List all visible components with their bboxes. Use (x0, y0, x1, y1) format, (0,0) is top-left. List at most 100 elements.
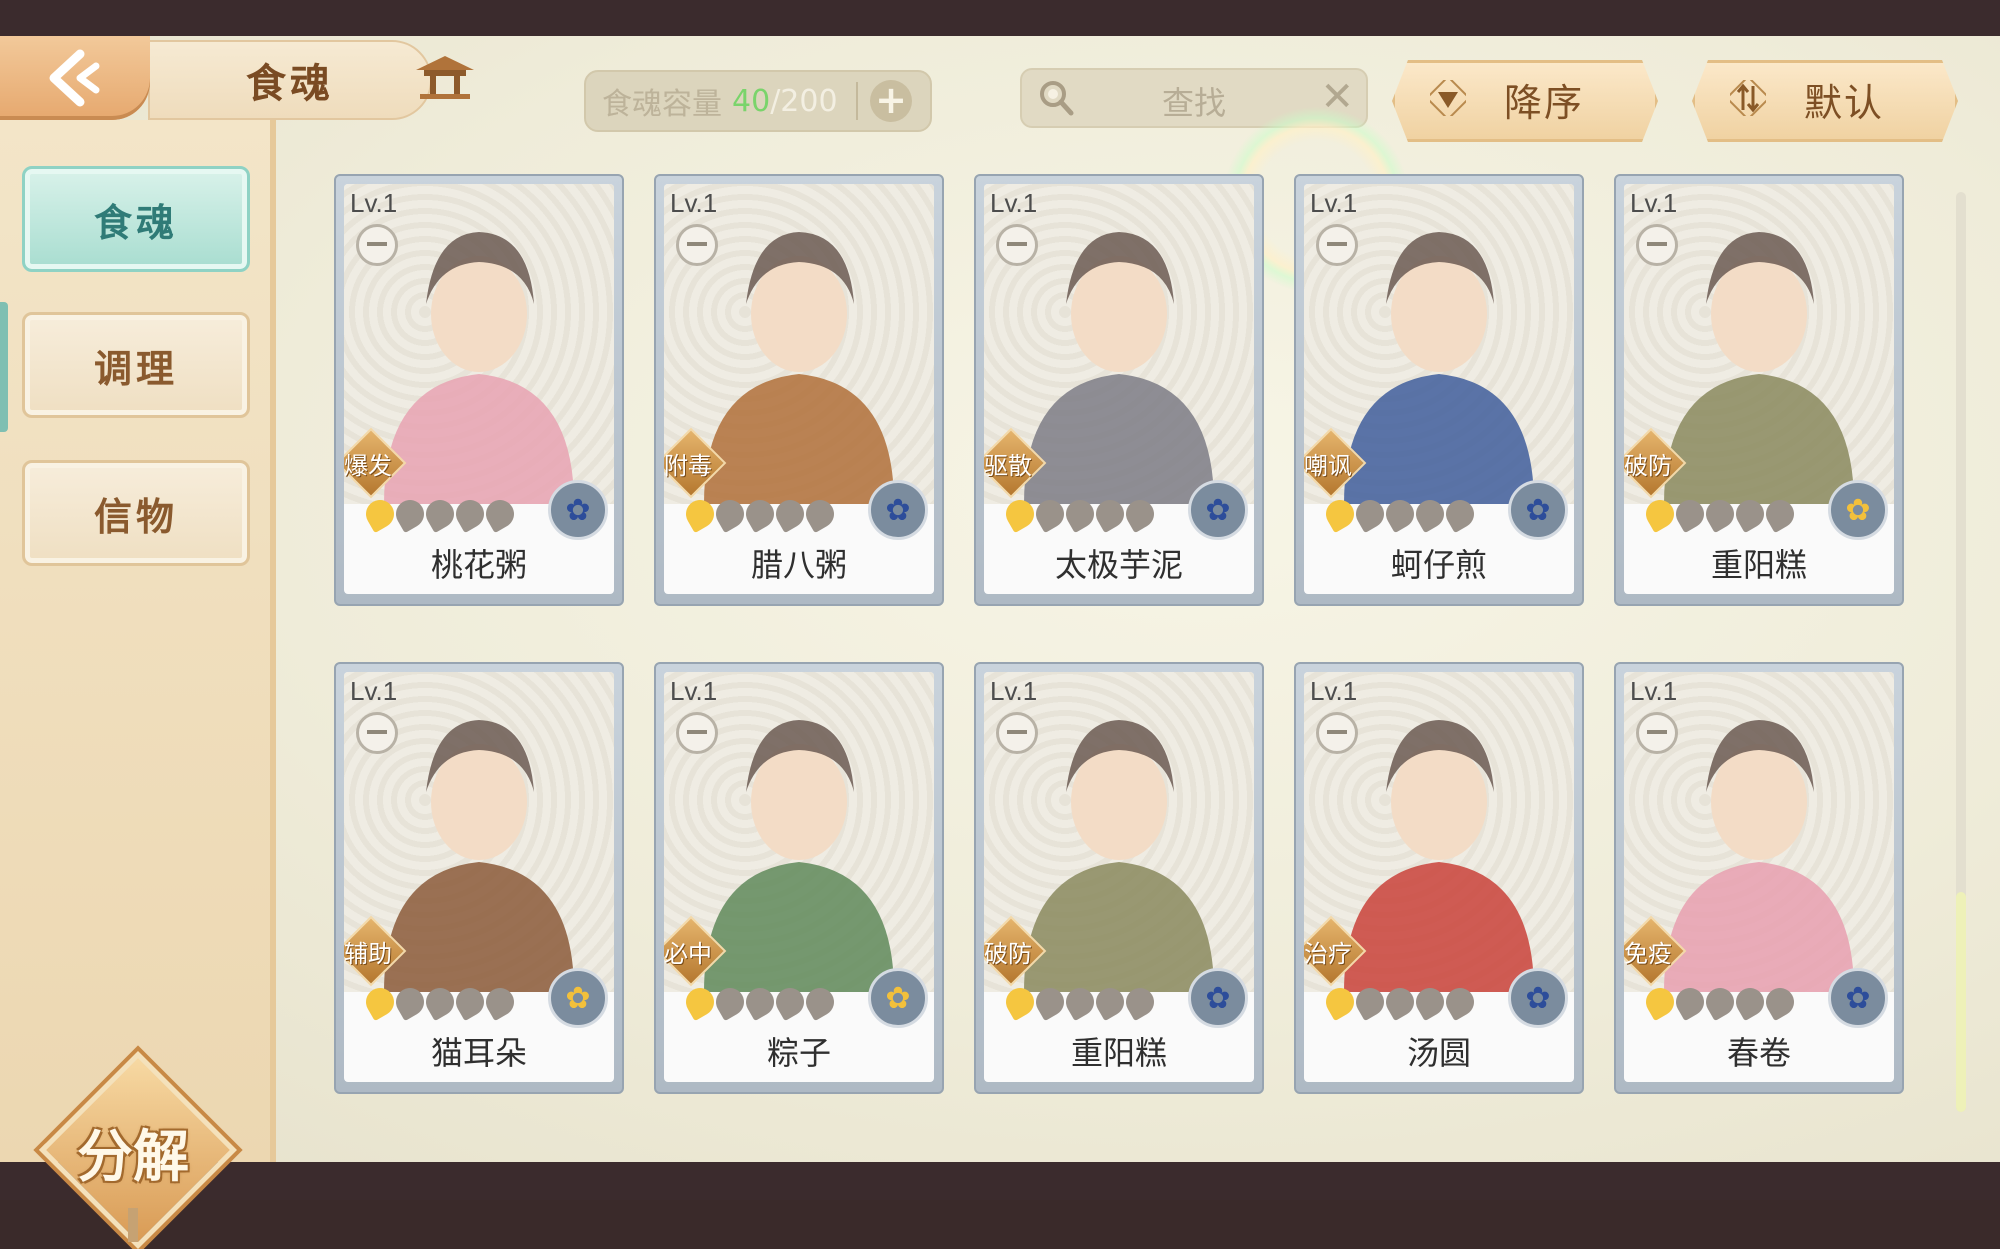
food-soul-card[interactable]: Lv.1 治疗 ✿ 汤圆 (1294, 662, 1584, 1094)
skill-tag: 破防 (984, 915, 1047, 987)
food-soul-card[interactable]: Lv.1 驱散 ✿ 太极芋泥 (974, 174, 1264, 606)
sidebar-tab-label: 食魂 (93, 200, 178, 245)
level-label: Lv.1 (670, 676, 718, 706)
bowl-icon (1316, 712, 1358, 754)
food-soul-name: 桃花粥 (430, 546, 527, 584)
back-arrow-icon (49, 49, 100, 107)
food-soul-name: 春卷 (1726, 1034, 1791, 1072)
star-icon (450, 494, 490, 534)
food-soul-card[interactable]: Lv.1 破防 ✿ 重阳糕 (1614, 174, 1904, 606)
rarity-badge: ✿ (1508, 480, 1568, 540)
star-icon (1640, 982, 1680, 1022)
skill-tag-label: 附毒 (664, 452, 712, 480)
star-icon (1640, 494, 1680, 534)
capacity-display: 食魂容量 40 /200 + (584, 70, 932, 132)
card-inner: Lv.1 嘲讽 ✿ 蚵仔煎 (1304, 184, 1574, 594)
skill-tag: 驱散 (984, 427, 1047, 499)
card-inner: Lv.1 必中 ✿ 粽子 (664, 672, 934, 1082)
food-soul-card[interactable]: Lv.1 嘲讽 ✿ 蚵仔煎 (1294, 174, 1584, 606)
food-soul-card[interactable]: Lv.1 破防 ✿ 重阳糕 (974, 662, 1264, 1094)
sidebar-tab-conditioning[interactable]: 调理 (22, 312, 250, 418)
search-input[interactable]: 查找 (1162, 78, 1226, 124)
sort-mode-label: 默认 (1804, 81, 1885, 125)
food-soul-name: 重阳糕 (1710, 546, 1807, 584)
food-soul-card[interactable]: Lv.1 免疫 ✿ 春卷 (1614, 662, 1904, 1094)
star-icon (1090, 982, 1130, 1022)
star-icon (680, 494, 720, 534)
food-soul-card[interactable]: Lv.1 附毒 ✿ 腊八粥 (654, 174, 944, 606)
rarity-badge: ✿ (548, 968, 608, 1028)
skill-tag-label: 破防 (984, 940, 1032, 968)
food-soul-card[interactable]: Lv.1 必中 ✿ 粽子 (654, 662, 944, 1094)
food-soul-card[interactable]: Lv.1 爆发 ✿ 桃花粥 (334, 174, 624, 606)
top-letterbox (0, 0, 2000, 36)
capacity-current: 40 (732, 83, 771, 119)
card-inner: Lv.1 爆发 ✿ 桃花粥 (344, 184, 614, 594)
skill-tag-label: 治疗 (1304, 940, 1352, 968)
rarity-badge: ✿ (868, 480, 928, 540)
bowl-icon (1636, 712, 1678, 754)
star-icon (800, 494, 840, 534)
flower-icon: ✿ (565, 980, 591, 1016)
star-icon (360, 982, 400, 1022)
skill-tag: 免疫 (1624, 915, 1687, 987)
triangle-down-icon (1430, 80, 1466, 116)
skill-tag-label: 爆发 (344, 452, 392, 480)
star-icon (1120, 982, 1160, 1022)
bowl-icon (356, 712, 398, 754)
back-button[interactable] (0, 36, 150, 120)
skill-tag: 治疗 (1304, 915, 1367, 987)
pavilion-icon[interactable] (410, 52, 480, 102)
skill-tag-label: 必中 (664, 940, 712, 968)
flower-icon: ✿ (1845, 492, 1871, 528)
star-icon (1060, 982, 1100, 1022)
rarity-badge: ✿ (868, 968, 928, 1028)
level-label: Lv.1 (1310, 676, 1358, 706)
star-rating (1640, 982, 1800, 1022)
flower-icon: ✿ (1845, 980, 1871, 1016)
flower-icon: ✿ (565, 492, 591, 528)
level-label: Lv.1 (1310, 188, 1358, 218)
food-soul-name: 重阳糕 (1070, 1034, 1167, 1072)
star-icon (1730, 494, 1770, 534)
skill-tag: 必中 (664, 915, 727, 987)
scrollbar-thumb[interactable] (1956, 892, 1966, 1112)
star-rating (680, 982, 840, 1022)
rarity-badge: ✿ (1188, 968, 1248, 1028)
star-icon (420, 982, 460, 1022)
star-icon (1090, 494, 1130, 534)
decompose-button[interactable]: 分解 (39, 1051, 237, 1249)
star-icon (740, 494, 780, 534)
rarity-badge: ✿ (1188, 480, 1248, 540)
star-icon (390, 982, 430, 1022)
star-icon (1730, 982, 1770, 1022)
capacity-divider (856, 82, 858, 120)
star-rating (680, 494, 840, 534)
skill-tag: 附毒 (664, 427, 727, 499)
sort-order-button[interactable]: 降序 (1392, 60, 1658, 142)
swap-arrows-icon (1730, 80, 1766, 116)
expand-capacity-button[interactable]: + (870, 80, 912, 122)
card-inner: Lv.1 破防 ✿ 重阳糕 (1624, 184, 1894, 594)
food-soul-card[interactable]: Lv.1 辅助 ✿ 猫耳朵 (334, 662, 624, 1094)
sort-mode-button[interactable]: 默认 (1692, 60, 1958, 142)
star-icon (1000, 494, 1040, 534)
sort-order-label: 降序 (1504, 81, 1585, 125)
bowl-icon (996, 712, 1038, 754)
skill-tag: 辅助 (344, 915, 407, 987)
star-icon (480, 494, 520, 534)
food-soul-name: 粽子 (766, 1034, 831, 1072)
star-icon (800, 982, 840, 1022)
sidebar-tab-food-souls[interactable]: 食魂 (22, 166, 250, 272)
star-icon (1410, 494, 1450, 534)
rarity-badge: ✿ (1828, 480, 1888, 540)
flower-icon: ✿ (1525, 492, 1551, 528)
level-label: Lv.1 (1630, 676, 1678, 706)
capacity-max: /200 (770, 83, 838, 119)
sidebar-tab-tokens[interactable]: 信物 (22, 460, 250, 566)
flower-icon: ✿ (1525, 980, 1551, 1016)
sidebar-active-indicator (0, 302, 8, 432)
bowl-icon (676, 224, 718, 266)
star-rating (1320, 494, 1480, 534)
star-rating (1000, 494, 1160, 534)
